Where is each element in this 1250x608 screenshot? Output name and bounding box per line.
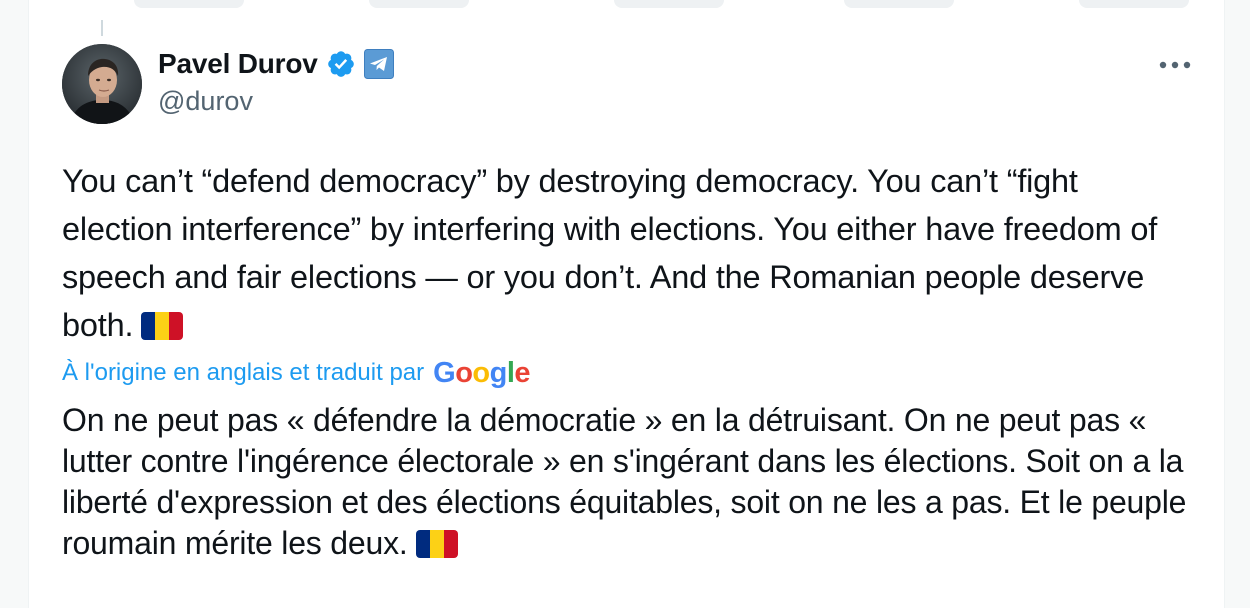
romania-flag-icon: [141, 312, 184, 340]
author-handle[interactable]: @durov: [158, 86, 253, 117]
tweet-text-block: You can’t “defend democracy” by destroyi…: [62, 157, 1192, 349]
avatar-image: [62, 44, 142, 124]
thread-connector-line: [101, 20, 103, 36]
author-name-row: Pavel Durov: [158, 44, 394, 84]
translation-attribution[interactable]: À l'origine en anglais et traduit par Go…: [62, 355, 531, 391]
previous-tweet-edge: [1079, 0, 1189, 8]
translation-label[interactable]: À l'origine en anglais et traduit par: [62, 359, 424, 387]
romania-flag-icon: [415, 530, 458, 558]
more-options-button[interactable]: [1155, 50, 1195, 80]
translation-text-block: On ne peut pas « défendre la démocratie …: [62, 400, 1192, 564]
google-logo: Google: [433, 356, 531, 389]
avatar[interactable]: [62, 44, 142, 124]
translation-text: On ne peut pas « défendre la démocratie …: [62, 402, 1187, 561]
tweet-text: You can’t “defend democracy” by destroyi…: [62, 163, 1158, 343]
previous-tweet-edge: [844, 0, 954, 8]
tweet-card[interactable]: Pavel Durov @durov You can’t “defend dem…: [28, 0, 1225, 608]
author-name[interactable]: Pavel Durov: [158, 48, 318, 80]
previous-tweet-edge: [134, 0, 244, 8]
previous-tweet-edge: [369, 0, 469, 8]
telegram-icon[interactable]: [363, 49, 394, 79]
more-horizontal-icon: [1159, 61, 1191, 69]
previous-tweet-edge: [614, 0, 724, 8]
verified-badge-icon[interactable]: [326, 49, 356, 79]
